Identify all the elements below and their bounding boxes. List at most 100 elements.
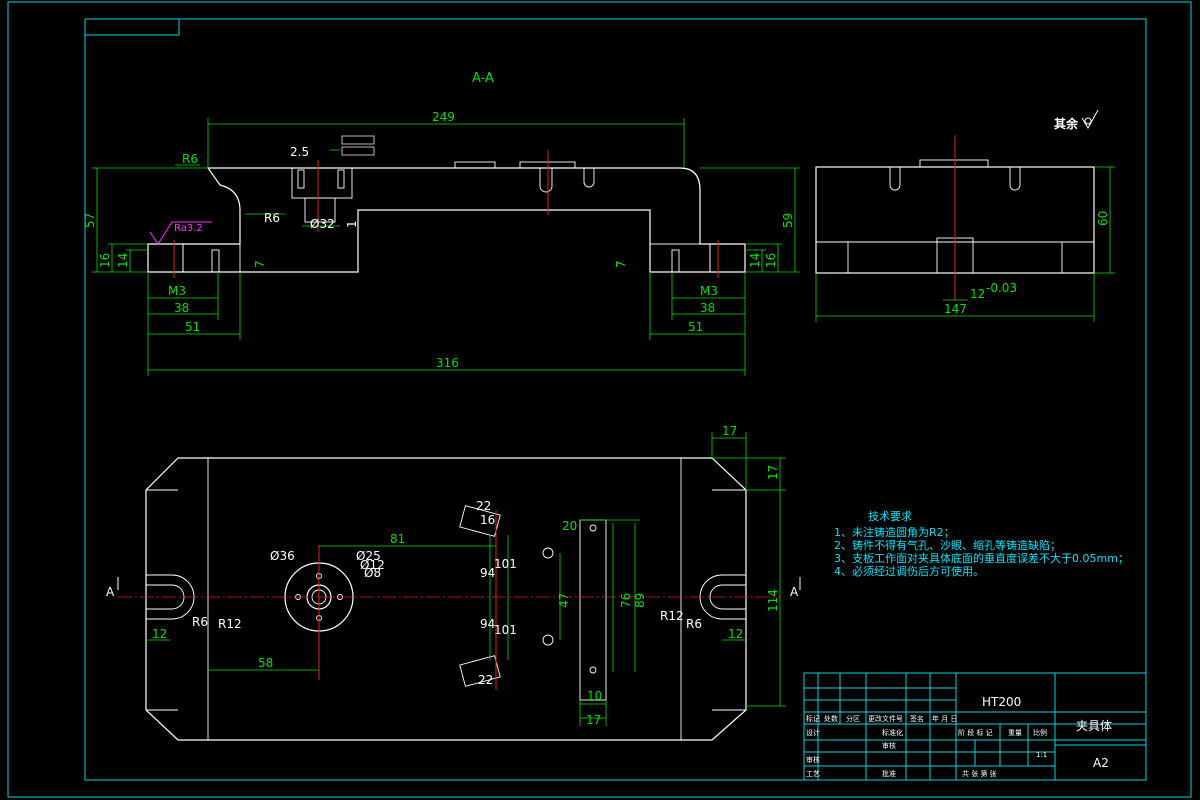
dim-101-lower: 101 (494, 623, 517, 637)
tb-weight: 重量 (1008, 729, 1022, 737)
dim-47: 47 (557, 593, 571, 608)
tech-note-4: 4、必须经过调伤后方可使用。 (834, 564, 984, 578)
title-scale: 1:1 (1036, 751, 1047, 759)
dim-m3-right: M3 (700, 284, 718, 298)
section-marker-left: A (106, 585, 115, 599)
tb-zone: 分区 (846, 714, 860, 723)
section-dimensions (92, 118, 800, 376)
tb-sign: 签名 (910, 714, 924, 723)
dim-16-left: 16 (98, 253, 112, 268)
roughness-note-circle (1084, 117, 1092, 125)
dim-17-side: 17 (766, 465, 780, 480)
dim-16-right: 16 (764, 253, 778, 268)
side-pin-a (889, 167, 901, 191)
dim-17-bottom: 17 (586, 713, 601, 727)
gdt-frame-2 (341, 146, 375, 156)
left-thread-hole (211, 249, 220, 273)
pin-left (297, 169, 305, 189)
dim-249: 249 (432, 110, 455, 124)
roughness-value: Ra3.2 (174, 223, 203, 234)
dim-tolerance: -0.03 (986, 281, 1017, 295)
dim-m3-left: M3 (168, 284, 186, 298)
gdt-frame-1 (341, 135, 375, 145)
side-pin-b (1009, 167, 1021, 191)
dim-14-right: 14 (748, 253, 762, 268)
dim-14-left: 14 (116, 253, 130, 268)
dim-7-left: 7 (253, 260, 267, 268)
tb-scale-label: 比例 (1033, 728, 1047, 737)
dim-38-right: 38 (700, 301, 715, 315)
dim-2-5: 2.5 (290, 145, 309, 159)
inner-frame (84, 18, 1147, 781)
tech-note-1: 1、未注铸造圆角为R2； (834, 525, 955, 539)
dim-316: 316 (436, 356, 459, 370)
outer-frame (7, 1, 1192, 798)
dim-12-slot: 12 (970, 287, 985, 301)
dim-7-right: 7 (614, 260, 628, 268)
plan-outline (145, 457, 747, 741)
dim-147: 147 (944, 302, 967, 316)
dim-94-lower: 94 (480, 617, 495, 631)
dim-51-right: 51 (688, 320, 703, 334)
dim-101-upper: 101 (494, 557, 517, 571)
right-thread-hole (671, 249, 680, 273)
tb-mark: 标记 (806, 714, 820, 723)
tb-review: 审核 (806, 755, 820, 764)
dim-phi-32: Ø32 (310, 217, 335, 231)
dim-22-top: 22 (476, 499, 491, 513)
dim-17-top: 17 (722, 424, 737, 438)
tb-change-no: 更改文件号 (868, 714, 903, 723)
pin-right (337, 169, 345, 189)
dim-r6-left: R6 (192, 615, 208, 629)
pin-hole-b (583, 168, 595, 188)
dim-114: 114 (766, 589, 780, 612)
side-dimensions (815, 166, 1115, 322)
dim-phi-8: Ø8 (364, 566, 381, 580)
dim-38-left: 38 (174, 301, 189, 315)
tech-note-2: 2、铸件不得有气孔、沙眼、缩孔等铸造缺陷； (834, 538, 1061, 552)
tb-total: 共 张 第 张 (962, 769, 997, 778)
dim-1: 1 (345, 220, 359, 228)
dim-58: 58 (258, 656, 273, 670)
tb-date: 年 月 日 (932, 714, 957, 723)
dim-12-left: 12 (152, 627, 167, 641)
left-foot-cut (147, 243, 184, 273)
dim-r12-right: R12 (660, 609, 684, 623)
dim-r6-inner: R6 (264, 211, 280, 225)
cad-drawing: A-A 249 316 38 51 38 51 M3 M3 57 59 16 1… (7, 1, 1192, 798)
dim-16-top: 16 (480, 513, 495, 527)
title-sheet-size: A2 (1093, 756, 1109, 770)
bore-detail (291, 167, 353, 199)
dim-94-upper: 94 (480, 566, 495, 580)
drawing-canvas: { "section_label": "A-A", "roughness_not… (0, 0, 1200, 800)
dim-60: 60 (1096, 211, 1110, 226)
dim-51-left: 51 (185, 320, 200, 334)
dim-phi-36: Ø36 (270, 549, 295, 563)
tb-approve: 批准 (882, 769, 896, 778)
dim-10: 10 (587, 689, 602, 703)
roughness-note: 其余 (1054, 116, 1079, 131)
right-foot-cut (709, 243, 746, 273)
left-foot (182, 243, 241, 273)
dim-89: 89 (633, 593, 647, 608)
pin-hole-2 (542, 634, 554, 646)
dim-12-right: 12 (728, 627, 743, 641)
tb-count: 处数 (824, 714, 838, 723)
dim-r6-right: R6 (686, 617, 702, 631)
dim-59: 59 (781, 213, 795, 228)
dim-57: 57 (83, 213, 97, 228)
dim-76: 76 (619, 593, 633, 608)
tech-note-3: 3、支板工作面对夹具体底面的垂直度误差不大于0.05mm； (834, 551, 1129, 565)
plan-dimensions (146, 432, 786, 726)
section-title: A-A (472, 71, 494, 86)
side-top-boss (919, 159, 989, 168)
pin-hole-a (539, 168, 553, 193)
title-material: HT200 (982, 695, 1021, 709)
dim-81: 81 (390, 532, 405, 546)
corner-tag-box (85, 19, 180, 36)
right-foot (649, 243, 711, 273)
tb-design: 设计 (806, 728, 820, 737)
dim-r12-left: R12 (218, 617, 242, 631)
top-boss-1 (454, 161, 496, 169)
tb-audit: 审核 (882, 741, 896, 750)
